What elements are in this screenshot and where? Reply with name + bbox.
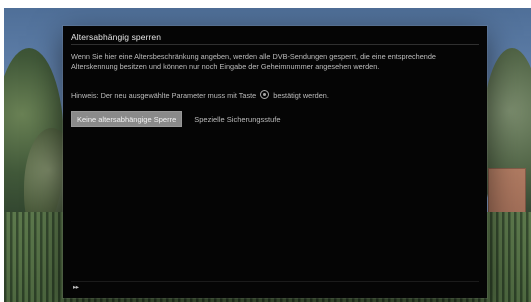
hint-text-after: bestätigt werden.	[273, 91, 329, 100]
hint-text-before: Hinweis: Der neu ausgewählte Parameter m…	[71, 91, 257, 100]
option-label: Keine altersabhängige Sperre	[77, 114, 177, 124]
title-divider	[71, 44, 479, 45]
option-special-security-level[interactable]: Spezielle Sicherungsstufe	[188, 111, 286, 127]
option-label: Spezielle Sicherungsstufe	[194, 114, 281, 124]
tv-screen: Altersabhängig sperren Wenn Sie hier ein…	[4, 8, 531, 302]
footer-divider	[71, 281, 479, 282]
dialog-description: Wenn Sie hier eine Altersbeschränkung an…	[71, 52, 436, 72]
dialog-title: Altersabhängig sperren	[71, 32, 162, 42]
dialog-hint: Hinweis: Der neu ausgewählte Parameter m…	[71, 90, 481, 101]
parental-lock-dialog: Altersabhängig sperren Wenn Sie hier ein…	[63, 26, 487, 298]
option-no-age-lock[interactable]: Keine altersabhängige Sperre	[71, 111, 183, 127]
ok-button-icon	[260, 90, 270, 99]
lock-level-options: Keine altersabhängige Sperre Spezielle S…	[71, 110, 287, 128]
fast-forward-icon: ▸▸	[73, 283, 79, 291]
